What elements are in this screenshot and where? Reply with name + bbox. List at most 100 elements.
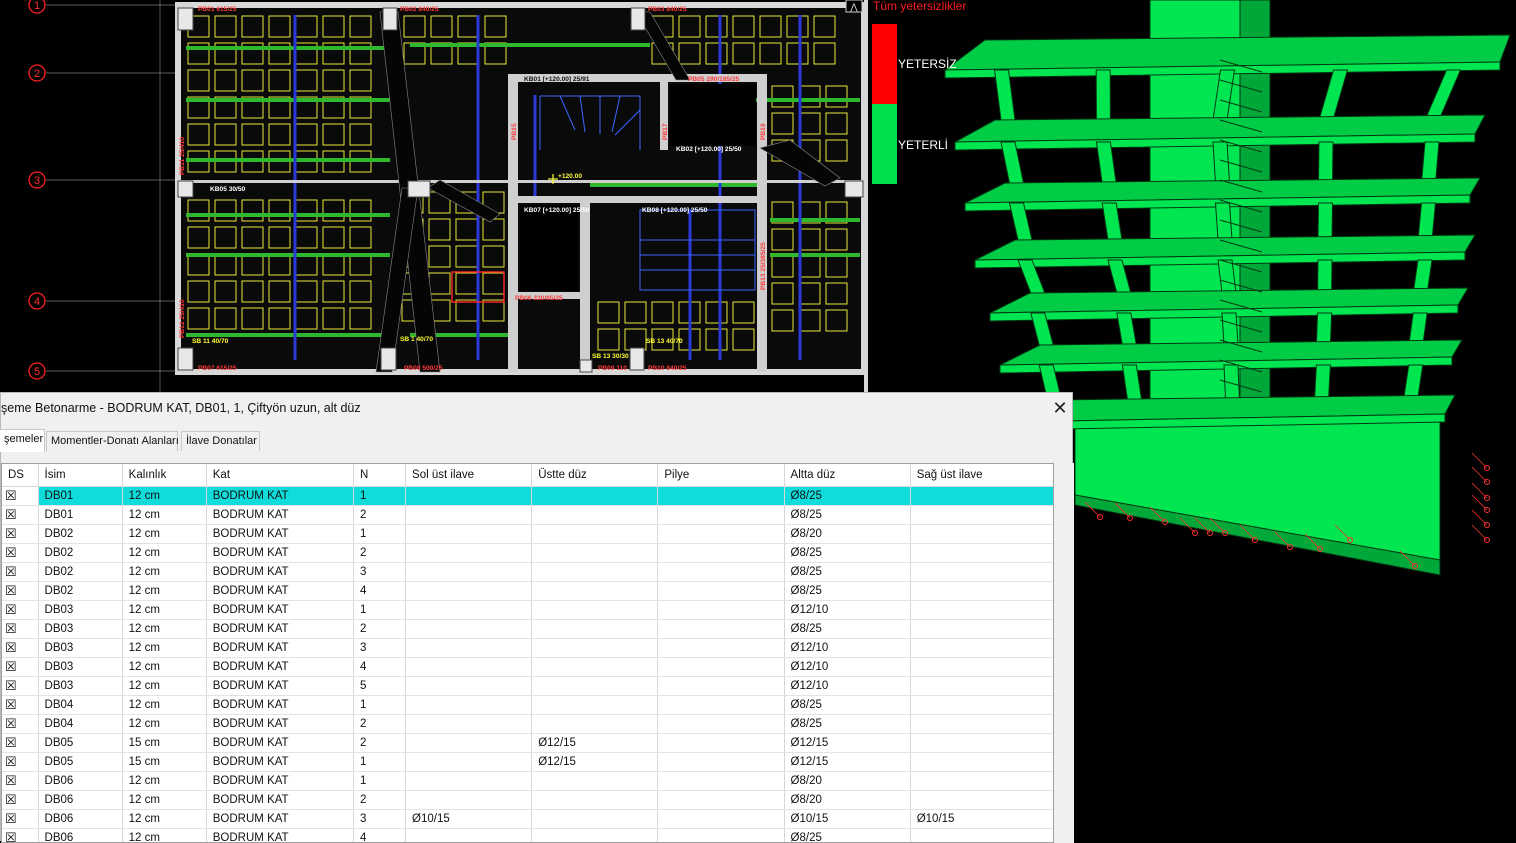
table-row[interactable]: ☒DB0412 cmBODRUM KAT1Ø8/25	[2, 696, 1054, 715]
svg-text:PB08 500/25: PB08 500/25	[404, 365, 443, 372]
ds-checkbox[interactable]: ☒	[2, 506, 38, 525]
table-cell: 3	[353, 639, 405, 658]
ds-checkbox[interactable]: ☒	[2, 715, 38, 734]
viewport-corner-button[interactable]: ⋀	[846, 0, 862, 12]
column-header[interactable]: N	[353, 464, 405, 487]
ds-checkbox[interactable]: ☒	[2, 601, 38, 620]
table-cell	[532, 677, 658, 696]
table-cell: 2	[353, 734, 405, 753]
close-icon[interactable]: ✕	[1051, 397, 1069, 419]
table-cell: 1	[353, 753, 405, 772]
table-cell: 15 cm	[122, 734, 206, 753]
table-cell: 2	[353, 791, 405, 810]
ds-checkbox[interactable]: ☒	[2, 620, 38, 639]
table-cell	[910, 563, 1053, 582]
table-cell: BODRUM KAT	[206, 753, 353, 772]
tab-extra-rebar[interactable]: İlave Donatılar	[181, 431, 260, 451]
table-cell	[658, 677, 784, 696]
floor-plan-view[interactable]: 1 2 3 4 5	[0, 0, 868, 392]
table-row[interactable]: ☒DB0612 cmBODRUM KAT3Ø10/15Ø10/15Ø10/15	[2, 810, 1054, 829]
table-cell	[658, 525, 784, 544]
table-cell: DB03	[38, 620, 122, 639]
table-row[interactable]: ☒DB0612 cmBODRUM KAT2Ø8/20	[2, 791, 1054, 810]
table-row[interactable]: ☒DB0312 cmBODRUM KAT1Ø12/10	[2, 601, 1054, 620]
table-row[interactable]: ☒DB0212 cmBODRUM KAT3Ø8/25	[2, 563, 1054, 582]
table-cell: Ø8/25	[784, 620, 910, 639]
ds-checkbox[interactable]: ☒	[2, 544, 38, 563]
column-header[interactable]: Kalınlık	[122, 464, 206, 487]
svg-text:PB12 25/410: PB12 25/410	[179, 299, 186, 338]
table-row[interactable]: ☒DB0112 cmBODRUM KAT1Ø8/25	[2, 487, 1054, 506]
table-cell: BODRUM KAT	[206, 487, 353, 506]
legend-title: Tüm yetersizlikler	[873, 0, 966, 13]
ds-checkbox[interactable]: ☒	[2, 734, 38, 753]
table-cell: 1	[353, 601, 405, 620]
column-header[interactable]: Üstte düz	[532, 464, 658, 487]
svg-text:SB 11 40/70: SB 11 40/70	[192, 338, 229, 345]
ds-checkbox[interactable]: ☒	[2, 753, 38, 772]
tab-moments[interactable]: Momentler-Donatı Alanları	[46, 431, 178, 451]
table-row[interactable]: ☒DB0412 cmBODRUM KAT2Ø8/25	[2, 715, 1054, 734]
table-row[interactable]: ☒DB0312 cmBODRUM KAT5Ø12/10	[2, 677, 1054, 696]
table-cell	[910, 525, 1053, 544]
svg-text:3: 3	[34, 175, 40, 187]
table-row[interactable]: ☒DB0212 cmBODRUM KAT2Ø8/25	[2, 544, 1054, 563]
table-cell: 12 cm	[122, 639, 206, 658]
shaft-opening	[670, 84, 756, 146]
table-cell	[658, 715, 784, 734]
ds-checkbox[interactable]: ☒	[2, 791, 38, 810]
table-cell: Ø12/10	[784, 639, 910, 658]
svg-text:PB02 840/25: PB02 840/25	[400, 6, 439, 13]
column-header[interactable]: Pilye	[658, 464, 784, 487]
ds-checkbox[interactable]: ☒	[2, 525, 38, 544]
svg-text:SB 1 40/70: SB 1 40/70	[400, 336, 433, 343]
table-row[interactable]: ☒DB0112 cmBODRUM KAT2Ø8/25	[2, 506, 1054, 525]
table-cell: BODRUM KAT	[206, 772, 353, 791]
ds-checkbox[interactable]: ☒	[2, 639, 38, 658]
ds-checkbox[interactable]: ☒	[2, 677, 38, 696]
table-cell	[658, 658, 784, 677]
tab-slabs[interactable]: şemeler	[0, 429, 45, 452]
svg-text:1: 1	[34, 0, 40, 12]
table-cell	[406, 639, 532, 658]
table-row[interactable]: ☒DB0612 cmBODRUM KAT1Ø8/20	[2, 772, 1054, 791]
table-cell: DB03	[38, 677, 122, 696]
table-cell	[658, 791, 784, 810]
ds-checkbox[interactable]: ☒	[2, 563, 38, 582]
axis-bubble-5: 5	[29, 363, 45, 379]
ds-checkbox[interactable]: ☒	[2, 487, 38, 506]
table-scrollbar[interactable]	[1054, 463, 1074, 843]
table-cell: Ø8/20	[784, 791, 910, 810]
ds-checkbox[interactable]: ☒	[2, 696, 38, 715]
table-row[interactable]: ☒DB0515 cmBODRUM KAT2Ø12/15Ø12/15	[2, 734, 1054, 753]
table-row[interactable]: ☒DB0312 cmBODRUM KAT2Ø8/25	[2, 620, 1054, 639]
column-header[interactable]: Sol üst ilave	[406, 464, 532, 487]
ds-checkbox[interactable]: ☒	[2, 810, 38, 829]
table-cell	[910, 677, 1053, 696]
table-row[interactable]: ☒DB0212 cmBODRUM KAT1Ø8/20	[2, 525, 1054, 544]
ds-checkbox[interactable]: ☒	[2, 582, 38, 601]
column-header[interactable]: Kat	[206, 464, 353, 487]
column-header[interactable]: Sağ üst ilave	[910, 464, 1053, 487]
table-cell	[658, 487, 784, 506]
table-row[interactable]: ☒DB0212 cmBODRUM KAT4Ø8/25	[2, 582, 1054, 601]
svg-text:+120.00: +120.00	[558, 173, 582, 180]
table-cell: 15 cm	[122, 753, 206, 772]
svg-text:PB07 615/25: PB07 615/25	[198, 365, 237, 372]
table-cell	[910, 620, 1053, 639]
ds-checkbox[interactable]: ☒	[2, 772, 38, 791]
table-row[interactable]: ☒DB0312 cmBODRUM KAT4Ø12/10	[2, 658, 1054, 677]
table-cell: 12 cm	[122, 544, 206, 563]
column-header[interactable]: DS	[2, 464, 38, 487]
table-cell: 4	[353, 658, 405, 677]
ds-checkbox[interactable]: ☒	[2, 658, 38, 677]
table-cell	[406, 753, 532, 772]
table-row[interactable]: ☒DB0312 cmBODRUM KAT3Ø12/10	[2, 639, 1054, 658]
column-header[interactable]: İsim	[38, 464, 122, 487]
table-row[interactable]: ☒DB0515 cmBODRUM KAT1Ø12/15Ø12/15	[2, 753, 1054, 772]
axis-bubble-3: 3	[29, 172, 45, 188]
table-cell: 12 cm	[122, 601, 206, 620]
column-header[interactable]: Altta düz	[784, 464, 910, 487]
axis-bubble-1: 1	[29, 0, 45, 13]
insufficient-color-bar	[872, 24, 897, 104]
